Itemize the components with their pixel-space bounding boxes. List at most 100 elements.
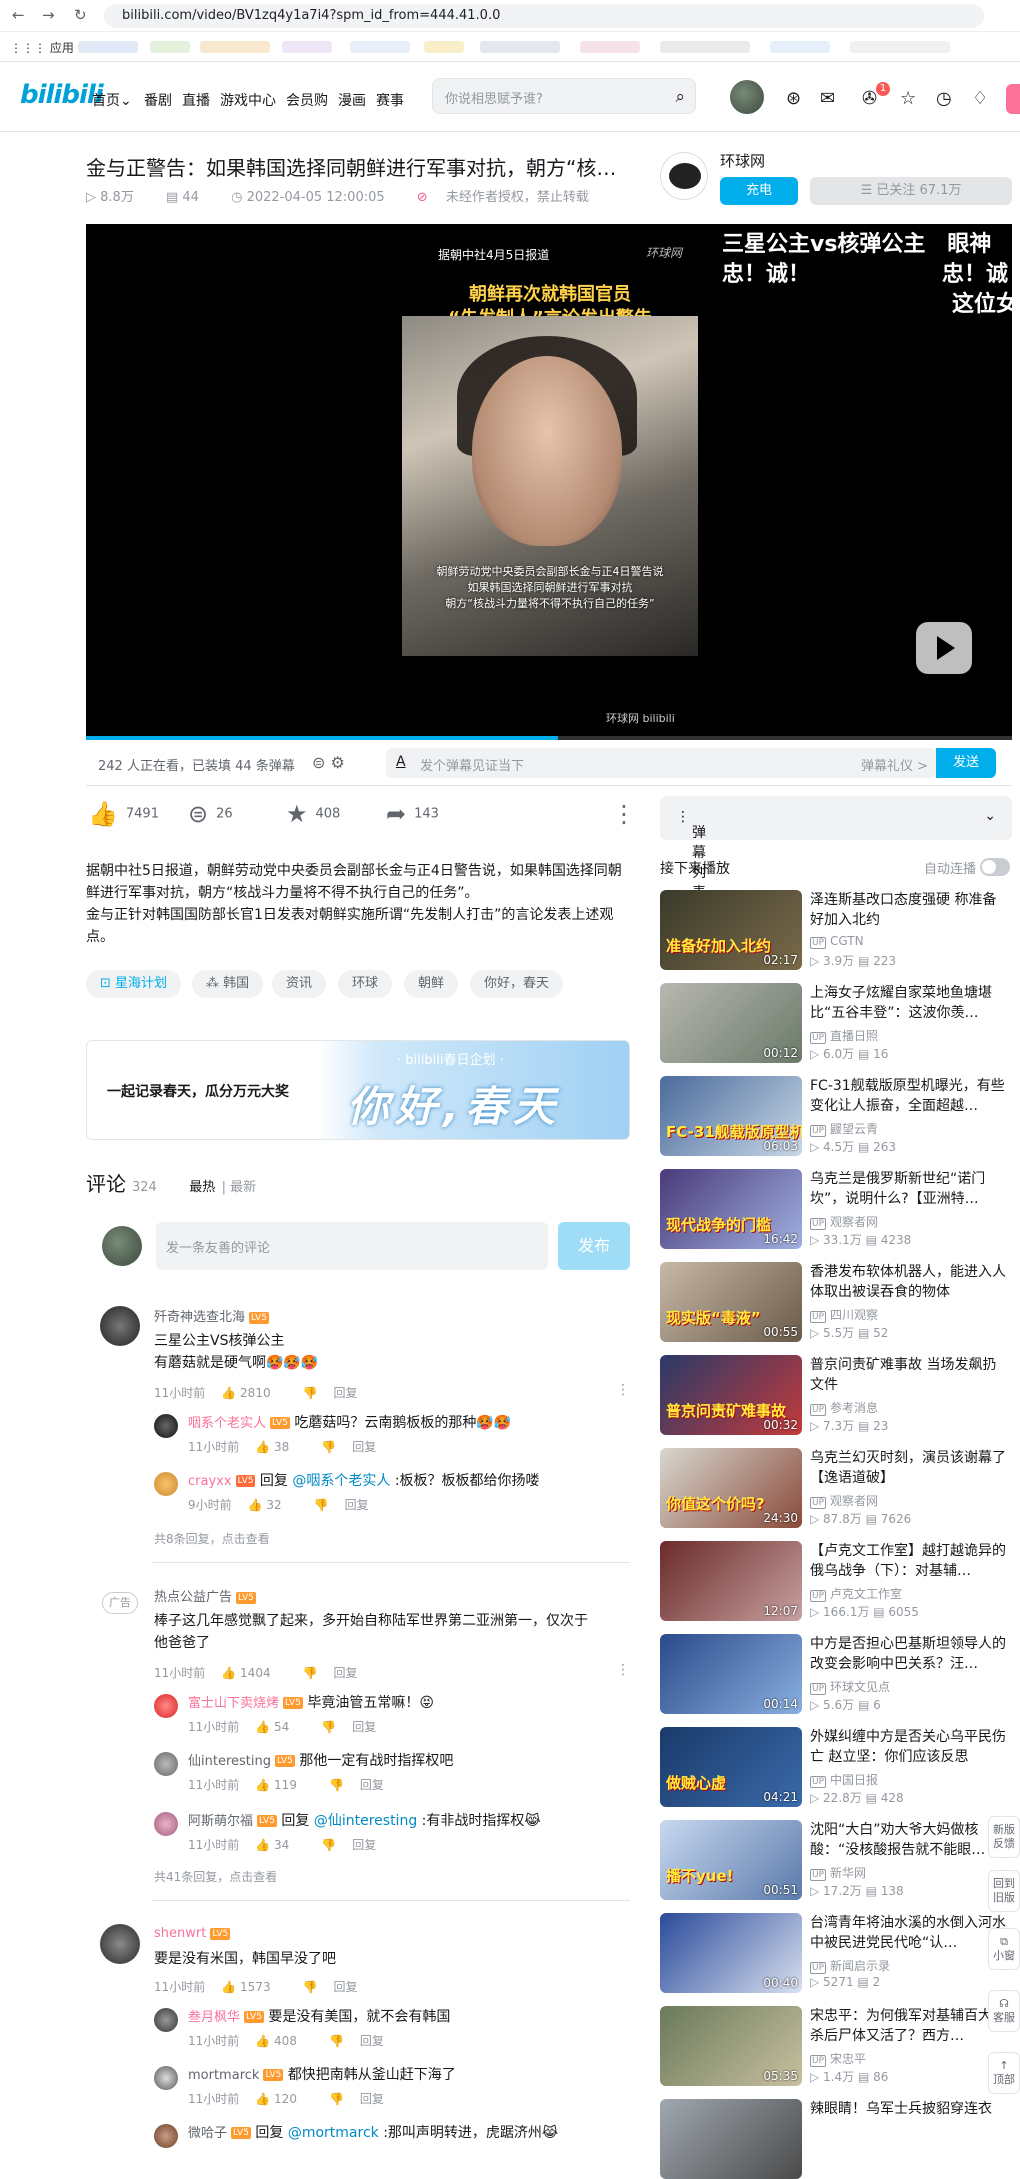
recommended-title[interactable]: 中方是否担心巴基斯坦领导人的改变会影响中巴关系？汪… <box>810 1634 1010 1674</box>
reply-button[interactable]: 回复 <box>360 2034 384 2048</box>
recommended-thumbnail[interactable]: 你值这个价吗? 24:30 <box>660 1448 802 1528</box>
coin-button[interactable]: ⊜ 26 <box>188 800 233 828</box>
user-avatar[interactable] <box>730 80 764 114</box>
recommended-thumbnail[interactable]: 做贼心虚 04:21 <box>660 1727 802 1807</box>
dislike-icon[interactable]: 👎 <box>329 2092 344 2106</box>
recommended-thumbnail[interactable]: 准备好加入北约 02:17 <box>660 890 802 970</box>
creator-icon[interactable]: ♢ <box>972 88 988 109</box>
reply-avatar[interactable] <box>154 2008 178 2032</box>
search-box[interactable]: 你说相思赋予谁? ⌕ <box>432 78 696 114</box>
commenter-avatar[interactable] <box>100 1306 140 1346</box>
spring-event-banner[interactable]: 一起记录春天，瓜分万元大奖 · bilibili春日企划 · 你好,春天 <box>86 1040 630 1140</box>
charge-button[interactable]: 充电 <box>720 177 798 205</box>
reply-button[interactable]: 回复 <box>352 1720 376 1734</box>
recommended-title[interactable]: 泽连斯基改口态度强硬 称准备好加入北约 <box>810 890 1010 930</box>
nav-manga[interactable]: 漫画 <box>338 90 366 110</box>
nav-live[interactable]: 直播 <box>182 90 210 110</box>
recommended-up[interactable]: UP 卢克文工作室 <box>810 1585 902 1602</box>
tag-global[interactable]: 环球 <box>338 970 393 998</box>
comment-send-button[interactable]: 发布 <box>558 1222 630 1270</box>
nav-esports[interactable]: 赛事 <box>376 90 404 110</box>
recommended-thumbnail[interactable]: 播不yue! 00:51 <box>660 1820 802 1900</box>
recommended-thumbnail[interactable] <box>660 2099 802 2179</box>
share-button[interactable]: ➦ 143 <box>386 800 439 828</box>
nav-game-center[interactable]: 游戏中心 <box>220 90 276 110</box>
url-field[interactable]: bilibili.com/video/BV1zq4y1a7i4?spm_id_f… <box>104 4 984 28</box>
reply-avatar[interactable] <box>154 2124 178 2148</box>
new-feedback-button[interactable]: 新版反馈 <box>988 1816 1020 1858</box>
search-icon[interactable]: ⌕ <box>675 87 685 107</box>
dislike-icon[interactable]: 👎 <box>321 1440 336 1454</box>
like-icon[interactable]: 👍 120 <box>255 2092 313 2106</box>
favorite-button[interactable]: ★ 408 <box>286 800 340 828</box>
back-arrow-icon[interactable]: ← <box>12 6 25 24</box>
dislike-icon[interactable]: 👎 <box>314 1498 329 1512</box>
like-icon[interactable]: 👍 34 <box>255 1838 305 1852</box>
history-icon[interactable]: ◷ <box>936 88 952 109</box>
danmaku-etiquette-link[interactable]: 弹幕礼仪 > <box>861 755 928 774</box>
reply-avatar[interactable] <box>154 2066 178 2090</box>
like-icon[interactable]: 👍 1404 <box>221 1666 286 1680</box>
upload-button[interactable] <box>1006 84 1020 114</box>
sort-hot[interactable]: 最热 <box>189 1180 215 1195</box>
tag-korea[interactable]: ⁂ 韩国 <box>192 970 264 998</box>
recommended-up[interactable]: UP 鼹望云青 <box>810 1120 878 1137</box>
reply-avatar[interactable] <box>154 1472 178 1496</box>
recommended-up[interactable]: UP 观察者网 <box>810 1492 878 1509</box>
recommended-title[interactable]: 乌克兰幻灭时刻，演员该谢幕了【逸语道破】 <box>810 1448 1010 1488</box>
reply-button[interactable]: 回复 <box>360 2092 384 2106</box>
recommended-title[interactable]: FC-31舰载版原型机曝光，有些变化让人振奋，全面超越… <box>810 1076 1010 1116</box>
reply-avatar[interactable] <box>154 1752 178 1776</box>
recommended-thumbnail[interactable]: 00:12 <box>660 983 802 1063</box>
reply-button[interactable]: 回复 <box>334 1386 358 1400</box>
view-more-replies[interactable]: 共41条回复，点击查看 <box>154 1868 277 1885</box>
recommended-title[interactable]: 【卢克文工作室】越打越诡异的俄乌战争（下）：对基辅… <box>810 1541 1010 1581</box>
like-icon[interactable]: 👍 119 <box>255 1778 313 1792</box>
favorites-icon[interactable]: ☆ <box>900 88 916 109</box>
like-icon[interactable]: 👍 32 <box>248 1498 298 1512</box>
recommended-thumbnail[interactable]: 00:40 <box>660 1913 802 1993</box>
commenter-avatar[interactable] <box>100 1924 140 1964</box>
nav-mall[interactable]: 会员购 <box>286 90 328 110</box>
danmaku-input[interactable]: A 发个弹幕见证当下 弹幕礼仪 > <box>386 748 936 778</box>
video-player[interactable]: 据朝中社4月5日报道 环球网 朝鲜再次就韩国官员 “先发制人”言论发出警告 朝鲜… <box>86 224 1012 740</box>
follow-button[interactable]: ☰ 已关注 67.1万 <box>810 177 1012 205</box>
recommended-title[interactable]: 宋忠平：为何俄军对基辅百大屠杀后尸体又活了？西方… <box>810 2006 1010 2046</box>
dislike-icon[interactable]: 👎 <box>303 1386 318 1400</box>
recommended-thumbnail[interactable]: 05:35 <box>660 2006 802 2086</box>
play-icon[interactable] <box>916 622 972 674</box>
recommended-thumbnail[interactable]: FC-31舰载版原型机 06:03 <box>660 1076 802 1156</box>
bilibili-logo[interactable]: bilibili <box>20 80 104 110</box>
dislike-icon[interactable]: 👎 <box>329 2034 344 2048</box>
reply-avatar[interactable] <box>154 1694 178 1718</box>
up-name[interactable]: 环球网 <box>720 150 765 171</box>
forward-arrow-icon[interactable]: → <box>42 6 55 24</box>
dislike-icon[interactable]: 👎 <box>321 1838 336 1852</box>
apps-bookmark[interactable]: ⋮⋮⋮ 应用 <box>10 39 74 56</box>
more-actions-icon[interactable]: ⋮ <box>612 800 644 828</box>
comment-input[interactable]: 发一条友善的评论 <box>156 1222 548 1270</box>
recommended-title[interactable]: 香港发布软体机器人，能进入人体取出被误吞食的物体 <box>810 1262 1010 1302</box>
recommended-up[interactable]: UP CGTN <box>810 934 864 949</box>
tag-north-korea[interactable]: 朝鲜 <box>404 970 459 998</box>
nav-home[interactable]: 首页⌄ <box>92 90 132 110</box>
recommended-up[interactable]: UP 四川观察 <box>810 1306 878 1323</box>
recommended-title[interactable]: 辣眼睛！乌军士兵披貂穿连衣 <box>810 2099 1010 2139</box>
customer-service-button[interactable]: ☊ 客服 <box>988 1990 1020 2032</box>
view-more-replies[interactable]: 共8条回复，点击查看 <box>154 1530 270 1547</box>
recommended-up[interactable]: UP 参考消息 <box>810 1399 878 1416</box>
recommended-up[interactable]: UP 宋忠平 <box>810 2050 866 2067</box>
dislike-icon[interactable]: 👎 <box>329 1778 344 1792</box>
reload-icon[interactable]: ↻ <box>74 6 87 24</box>
back-to-top-button[interactable]: ↑ 顶部 <box>988 2052 1020 2094</box>
danmaku-toggle-icon[interactable]: ⊜ <box>312 753 325 772</box>
message-icon[interactable]: ✉ <box>820 88 835 109</box>
reply-button[interactable]: 回复 <box>334 1666 358 1680</box>
like-icon[interactable]: 👍 54 <box>255 1720 305 1734</box>
like-icon[interactable]: 👍 1573 <box>221 1980 286 1994</box>
danmaku-send-button[interactable]: 发送 <box>936 748 996 778</box>
reply-button[interactable]: 回复 <box>360 1778 384 1792</box>
recommended-title[interactable]: 台湾青年将油水溪的水倒入河水中被民进党民代呛“认… <box>810 1913 1010 1953</box>
recommended-up[interactable]: UP 直播日照 <box>810 1027 878 1044</box>
commenter-name[interactable]: 热点公益广告 LV5 <box>154 1586 256 1605</box>
